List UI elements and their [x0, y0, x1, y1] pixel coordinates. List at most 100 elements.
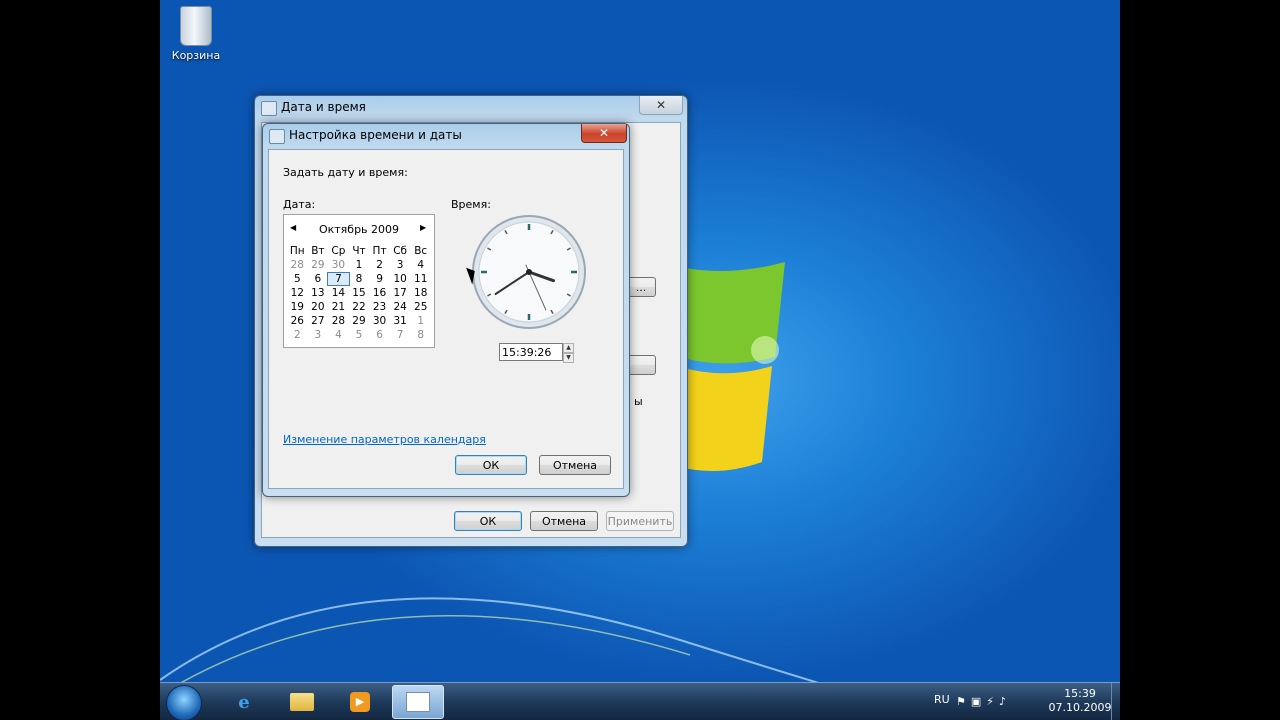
- date-time-icon: [406, 692, 430, 712]
- calendar-day[interactable]: 29: [349, 315, 370, 327]
- calendar-day[interactable]: 8: [410, 329, 431, 341]
- calendar-day[interactable]: 30: [328, 259, 349, 271]
- calendar-day[interactable]: 7: [327, 272, 350, 286]
- network-icon[interactable]: ▣: [971, 695, 986, 708]
- calendar-day[interactable]: 1: [349, 259, 370, 271]
- calendar-day[interactable]: 30: [369, 315, 390, 327]
- weekday-header: Вс: [414, 245, 428, 257]
- calendar-settings-link[interactable]: Изменение параметров календаря: [283, 433, 486, 446]
- date-time-window-title: Дата и время: [281, 100, 366, 114]
- calendar-day[interactable]: 9: [369, 273, 390, 285]
- calendar-day[interactable]: 19: [287, 301, 308, 313]
- taskbar: e ▶ RU ⚑▣⚡♪ 15:39 07.10.2009: [160, 682, 1120, 720]
- spin-down-icon[interactable]: ▼: [563, 353, 574, 363]
- volume-icon[interactable]: ♪: [999, 695, 1011, 708]
- recycle-bin-label: Корзина: [171, 49, 221, 62]
- calendar-day[interactable]: 8: [349, 273, 370, 285]
- calendar-day[interactable]: 11: [410, 273, 431, 285]
- dialog-close-button[interactable]: ✕: [581, 124, 627, 143]
- outer-cancel-button[interactable]: Отмена: [530, 511, 598, 531]
- folder-icon: [290, 693, 314, 711]
- change-timezone-button-partial[interactable]: [626, 355, 656, 375]
- calendar-day[interactable]: 23: [369, 301, 390, 313]
- calendar-day[interactable]: 6: [308, 273, 329, 285]
- calendar-day[interactable]: 3: [390, 259, 411, 271]
- calendar-day[interactable]: 13: [308, 287, 329, 299]
- ok-button[interactable]: ОК: [455, 455, 527, 475]
- dialog-title: Настройка времени и даты: [289, 128, 462, 142]
- close-button[interactable]: ✕: [639, 96, 683, 115]
- calendar-day[interactable]: 28: [328, 315, 349, 327]
- dialog-body: Задать дату и время: Дата: Время: ◀ Октя…: [268, 149, 624, 489]
- tray-clock[interactable]: 15:39 07.10.2009: [1048, 687, 1112, 715]
- calendar-month-title[interactable]: Октябрь 2009: [284, 223, 434, 236]
- calendar-day[interactable]: 4: [410, 259, 431, 271]
- weekday-header: Пн: [289, 245, 305, 257]
- calendar-day[interactable]: 18: [410, 287, 431, 299]
- calendar: ◀ Октябрь 2009 ▶ Пн Вт Ср Чт Пт Сб Вс 28 29 30 1 2 3…: [283, 214, 435, 348]
- cancel-button[interactable]: Отмена: [539, 455, 611, 475]
- media-player-button[interactable]: ▶: [334, 685, 386, 719]
- change-button-partial[interactable]: ...: [626, 277, 656, 297]
- calendar-day[interactable]: 10: [390, 273, 411, 285]
- apply-button[interactable]: Применить: [606, 511, 674, 531]
- clock-calendar-icon: [269, 129, 285, 144]
- clock-center: [526, 269, 532, 275]
- calendar-day[interactable]: 21: [328, 301, 349, 313]
- weekday-header: Вт: [311, 245, 325, 257]
- internet-explorer-icon: e: [238, 691, 250, 713]
- calendar-day[interactable]: 5: [287, 273, 308, 285]
- calendar-day[interactable]: 5: [349, 329, 370, 341]
- calendar-day[interactable]: 29: [308, 259, 329, 271]
- calendar-day[interactable]: 31: [390, 315, 411, 327]
- clock-calendar-icon: [261, 101, 277, 116]
- calendar-day[interactable]: 16: [369, 287, 390, 299]
- calendar-day[interactable]: 1: [410, 315, 431, 327]
- action-center-icon[interactable]: ⚑: [956, 695, 971, 708]
- instruction-text: Задать дату и время:: [283, 166, 408, 179]
- weekday-header: Чт: [352, 245, 366, 257]
- calendar-day[interactable]: 4: [328, 329, 349, 341]
- calendar-day[interactable]: 12: [287, 287, 308, 299]
- windows-logo-background: [680, 262, 790, 487]
- date-time-taskbar-button[interactable]: [392, 685, 444, 719]
- start-orb[interactable]: [166, 685, 202, 720]
- calendar-day[interactable]: 2: [369, 259, 390, 271]
- show-desktop-button[interactable]: [1111, 683, 1120, 720]
- calendar-day[interactable]: 2: [287, 329, 308, 341]
- calendar-day[interactable]: 6: [369, 329, 390, 341]
- set-date-time-dialog: Настройка времени и даты ✕ Задать дату и…: [262, 123, 630, 497]
- tray-date: 07.10.2009: [1048, 701, 1112, 714]
- language-indicator[interactable]: RU: [934, 693, 950, 706]
- internet-explorer-button[interactable]: e: [218, 685, 270, 719]
- calendar-day[interactable]: 14: [328, 287, 349, 299]
- change-button-label: ...: [635, 280, 647, 294]
- outer-ok-button[interactable]: ОК: [454, 511, 522, 531]
- time-spinner[interactable]: ▲ ▼: [563, 343, 574, 363]
- calendar-day[interactable]: 3: [308, 329, 329, 341]
- calendar-day[interactable]: 22: [349, 301, 370, 313]
- explorer-button[interactable]: [276, 685, 328, 719]
- desktop: Корзина Дата и время ✕ ... ы ОК Отмена П…: [160, 0, 1120, 720]
- time-label: Время:: [451, 198, 491, 211]
- partial-text: ы: [634, 395, 643, 408]
- spin-up-icon[interactable]: ▲: [563, 343, 574, 353]
- media-player-icon: ▶: [350, 692, 370, 712]
- recycle-bin[interactable]: Корзина: [168, 6, 224, 62]
- recycle-bin-icon: [180, 6, 212, 46]
- date-label: Дата:: [283, 198, 316, 211]
- weekday-header: Ср: [331, 245, 346, 257]
- next-month-icon[interactable]: ▶: [420, 223, 426, 232]
- calendar-day[interactable]: 20: [308, 301, 329, 313]
- time-input[interactable]: 15:39:26: [499, 343, 563, 361]
- calendar-day[interactable]: 24: [390, 301, 411, 313]
- weekday-header: Пт: [372, 245, 387, 257]
- calendar-day[interactable]: 15: [349, 287, 370, 299]
- calendar-day[interactable]: 17: [390, 287, 411, 299]
- calendar-day[interactable]: 25: [410, 301, 431, 313]
- calendar-day[interactable]: 26: [287, 315, 308, 327]
- power-icon[interactable]: ⚡: [986, 695, 999, 708]
- calendar-day[interactable]: 27: [308, 315, 329, 327]
- calendar-day[interactable]: 7: [390, 329, 411, 341]
- calendar-day[interactable]: 28: [287, 259, 308, 271]
